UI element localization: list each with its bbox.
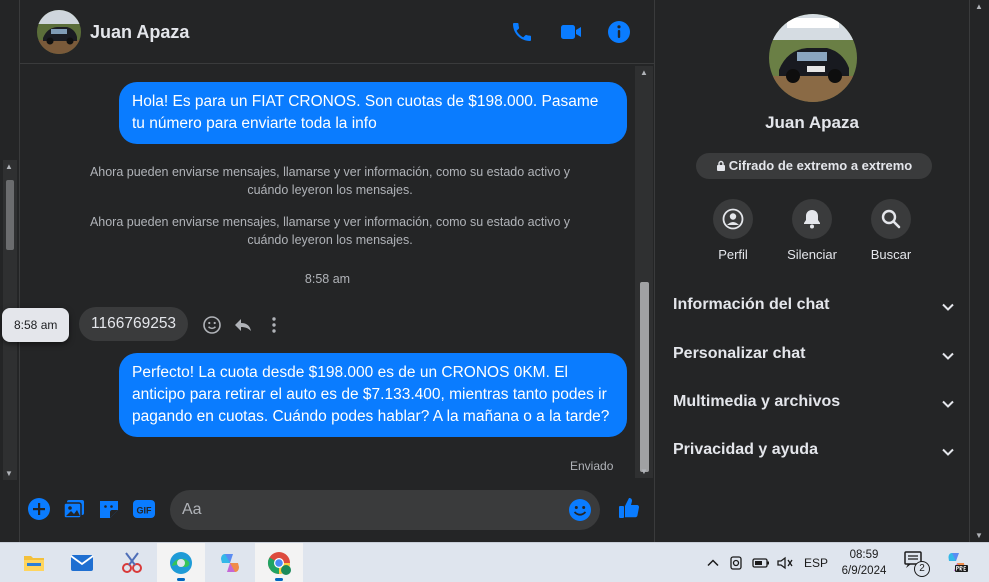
file-explorer-button[interactable] [10, 543, 58, 582]
emoji-icon[interactable] [568, 498, 592, 522]
outgoing-message[interactable]: Hola! Es para un FIAT CRONOS. Son cuotas… [119, 82, 627, 144]
react-emoji-icon[interactable] [202, 315, 222, 335]
folder-icon [24, 556, 44, 571]
chat-header: Juan Apaza [20, 0, 655, 64]
video-call-icon[interactable] [559, 20, 583, 44]
info-contact-name: Juan Apaza [765, 113, 859, 132]
edge-icon [170, 552, 192, 574]
edge-button[interactable] [157, 543, 205, 582]
chat-info-panel: Juan Apaza Cifrado de extremo a extremo … [655, 0, 969, 542]
timestamp-tooltip: 8:58 am [2, 308, 70, 342]
snipping-tool-button[interactable] [108, 543, 156, 582]
more-options-icon[interactable] [264, 315, 284, 335]
contact-avatar-large[interactable] [769, 14, 857, 102]
encryption-label: Cifrado de extremo a extremo [728, 158, 913, 173]
photo-gallery-icon[interactable] [62, 497, 86, 521]
page-scrollbar[interactable]: ▲ ▼ [969, 0, 989, 542]
search-icon [881, 209, 901, 229]
section-label: Multimedia y archivos [673, 393, 841, 410]
left-page-edge: ▲ ▼ [0, 0, 20, 542]
section-customize-chat[interactable]: Personalizar chat [673, 340, 955, 370]
message-input[interactable] [170, 490, 550, 530]
outgoing-message[interactable]: Perfecto! La cuota desde $198.000 es de … [119, 353, 627, 437]
copilot-preview-icon[interactable] [946, 551, 968, 573]
message-list: Hola! Es para un FIAT CRONOS. Son cuotas… [20, 64, 635, 482]
bell-icon [804, 210, 820, 229]
mute-button[interactable]: Silenciar [782, 199, 842, 262]
search-button[interactable]: Buscar [861, 199, 921, 262]
incoming-message[interactable]: 1166769253 [79, 307, 189, 341]
profile-icon [722, 208, 744, 230]
section-label: Personalizar chat [673, 345, 806, 362]
mail-icon [70, 555, 94, 571]
clock-time: 08:59 [849, 549, 879, 561]
snipping-tool-icon [122, 552, 142, 573]
section-label: Privacidad y ayuda [673, 441, 818, 458]
camera-icon[interactable] [728, 555, 744, 571]
search-label: Buscar [870, 247, 912, 262]
section-privacy-support[interactable]: Privacidad y ayuda [673, 436, 955, 466]
clock[interactable]: 08:59 6/9/2024 [838, 547, 890, 579]
chevron-down-icon [942, 352, 954, 360]
scroll-up-arrow-icon[interactable]: ▲ [640, 68, 648, 77]
scroll-down-arrow-icon[interactable]: ▼ [975, 531, 983, 540]
contact-avatar[interactable] [37, 10, 81, 54]
scroll-up-arrow-icon[interactable]: ▲ [975, 2, 983, 11]
svg-text:GIF: GIF [137, 506, 153, 516]
chevron-down-icon [942, 303, 954, 311]
info-icon[interactable] [607, 20, 631, 44]
copilot-icon [221, 554, 239, 572]
app-window: ▲ ▼ Juan Apaza Hola! Es para un FIAT CRO… [0, 0, 989, 582]
gif-icon[interactable]: GIF [132, 497, 156, 521]
chat-scroll-thumb[interactable] [640, 282, 649, 472]
speaker-muted-icon[interactable] [776, 555, 794, 571]
chat-scrollbar[interactable]: ▲ ▼ [635, 66, 653, 478]
chrome-button[interactable] [255, 543, 303, 582]
chrome-icon [268, 552, 291, 575]
thumbs-up-icon[interactable] [617, 496, 641, 520]
sticker-icon[interactable] [97, 497, 121, 521]
time-divider: 8:58 am [304, 272, 351, 286]
windows-taskbar: ESP 08:59 6/9/2024 2 [0, 542, 989, 582]
language-indicator[interactable]: ESP [804, 556, 828, 570]
reply-icon[interactable] [233, 315, 253, 335]
notification-count-badge: 2 [914, 561, 930, 577]
chat-panel: Juan Apaza Hola! Es para un FIAT CRONOS.… [20, 0, 655, 542]
scroll-down-arrow-icon[interactable]: ▼ [5, 469, 13, 478]
composer: GIF [20, 482, 655, 542]
notifications-button[interactable]: 2 [904, 551, 932, 579]
system-message: Ahora pueden enviarse mensajes, llamarse… [89, 215, 571, 247]
section-media-files[interactable]: Multimedia y archivos [673, 388, 955, 418]
copilot-button[interactable] [206, 543, 254, 582]
phone-icon[interactable] [510, 20, 534, 44]
battery-icon[interactable] [752, 556, 770, 570]
chevron-down-icon [942, 400, 954, 408]
mute-label: Silenciar [787, 247, 837, 262]
message-status: Enviado [570, 459, 614, 473]
section-label: Información del chat [673, 296, 830, 313]
lock-icon [716, 160, 725, 171]
profile-label: Perfil [718, 247, 748, 262]
mail-button[interactable] [58, 543, 106, 582]
system-message: Ahora pueden enviarse mensajes, llamarse… [89, 165, 571, 197]
section-chat-info[interactable]: Información del chat [673, 291, 955, 321]
clock-date: 6/9/2024 [841, 565, 887, 577]
chevron-up-icon[interactable] [706, 556, 720, 570]
scroll-up-arrow-icon[interactable]: ▲ [5, 162, 13, 171]
add-plus-icon[interactable] [27, 497, 51, 521]
contact-name[interactable]: Juan Apaza [90, 22, 189, 43]
profile-button[interactable]: Perfil [703, 199, 763, 262]
chevron-down-icon [942, 448, 954, 456]
encryption-badge[interactable]: Cifrado de extremo a extremo [696, 153, 932, 179]
left-scroll-thumb[interactable] [6, 180, 14, 250]
scroll-down-arrow-icon[interactable]: ▼ [640, 467, 648, 476]
message-input-wrapper[interactable] [170, 490, 600, 530]
